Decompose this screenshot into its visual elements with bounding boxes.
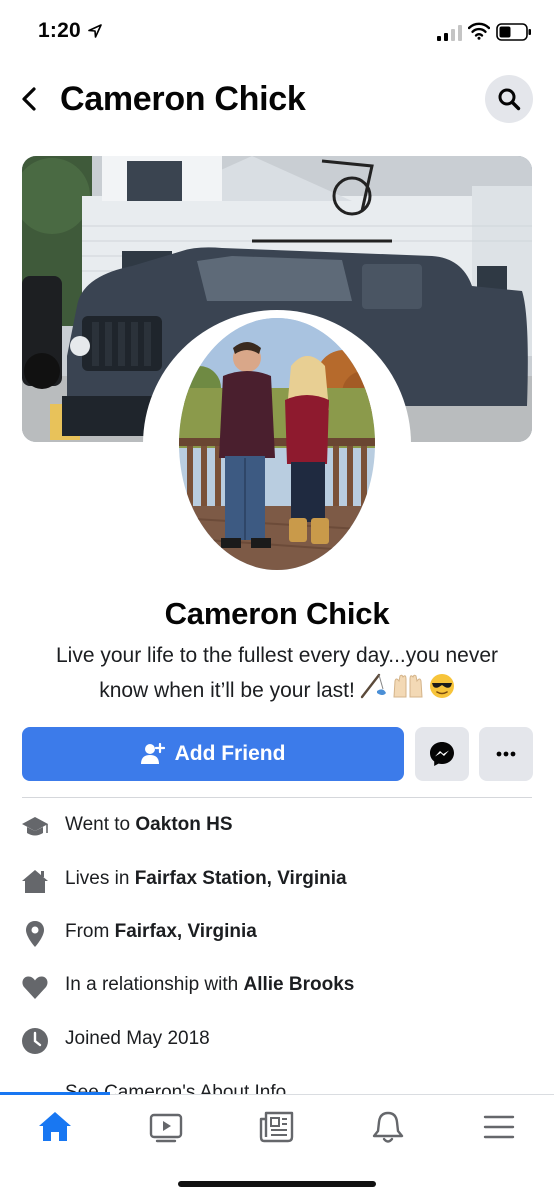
back-arrow-icon[interactable] (18, 86, 42, 112)
emoji-sunglasses-icon (429, 673, 455, 710)
tab-home[interactable] (35, 1107, 75, 1147)
from-prefix: From (65, 921, 115, 942)
news-tab-icon (259, 1111, 294, 1143)
profile-header: Cameron Chick (0, 62, 554, 140)
active-tab-indicator (0, 1092, 110, 1095)
more-dots-icon (496, 751, 516, 757)
lives-prefix: Lives in (65, 868, 135, 889)
add-friend-button[interactable]: Add Friend (22, 727, 404, 781)
relationship-partner[interactable]: Allie Brooks (244, 974, 355, 995)
profile-bio: Live your life to the fullest every day.… (20, 638, 534, 710)
about-relationship[interactable]: In a relationship with Allie Brooks (0, 960, 554, 1014)
tab-news[interactable] (257, 1107, 297, 1147)
avatar[interactable] (179, 318, 375, 570)
status-bar: 1:20 (0, 0, 554, 62)
signal-icon (437, 25, 462, 41)
education-icon (22, 817, 48, 836)
search-icon (498, 88, 521, 111)
page-title: Cameron Chick (60, 80, 306, 118)
from-location[interactable]: Fairfax, Virginia (115, 921, 257, 942)
messenger-icon (430, 742, 454, 766)
location-pin-icon (26, 921, 44, 947)
home-tab-icon (39, 1112, 71, 1141)
lives-location[interactable]: Fairfax Station, Virginia (135, 868, 347, 889)
clock-icon (22, 1028, 48, 1054)
relationship-prefix: In a relationship with (65, 974, 244, 995)
bio-line-2-text: know when it’ll be your last! (99, 679, 355, 703)
profile-name: Cameron Chick (164, 596, 390, 631)
add-friend-icon (140, 743, 165, 764)
wifi-icon (468, 22, 490, 40)
location-arrow-icon (88, 24, 102, 38)
emoji-fishing-pole-icon (359, 673, 387, 710)
battery-icon (496, 23, 531, 41)
search-button[interactable] (485, 75, 533, 123)
avatar-frame (143, 310, 411, 578)
emoji-raised-hands-icon (391, 673, 425, 710)
heart-icon (22, 976, 48, 999)
home-icon (22, 870, 48, 893)
status-time: 1:20 (38, 19, 81, 42)
about-from[interactable]: From Fairfax, Virginia (0, 907, 554, 961)
home-indicator (178, 1181, 376, 1187)
message-button[interactable] (415, 727, 469, 781)
more-options-button[interactable] (479, 727, 533, 781)
bio-line-1: Live your life to the fullest every day.… (55, 644, 498, 667)
menu-tab-icon (483, 1115, 515, 1139)
about-lives[interactable]: Lives in Fairfax Station, Virginia (0, 854, 554, 908)
section-divider (22, 797, 532, 798)
bio-line-2: know when it’ll be your last! (20, 673, 534, 710)
about-joined: Joined May 2018 (0, 1014, 554, 1068)
watch-tab-icon (149, 1113, 183, 1143)
tab-menu[interactable] (479, 1107, 519, 1147)
notifications-tab-icon (372, 1111, 404, 1143)
tab-notifications[interactable] (368, 1107, 408, 1147)
joined-text: Joined May 2018 (65, 1028, 210, 1049)
about-education[interactable]: Went to Oakton HS (0, 800, 554, 854)
avatar-image (179, 318, 375, 570)
education-school[interactable]: Oakton HS (135, 814, 232, 835)
add-friend-label: Add Friend (174, 742, 286, 765)
education-prefix: Went to (65, 814, 136, 835)
tab-watch[interactable] (146, 1107, 186, 1147)
